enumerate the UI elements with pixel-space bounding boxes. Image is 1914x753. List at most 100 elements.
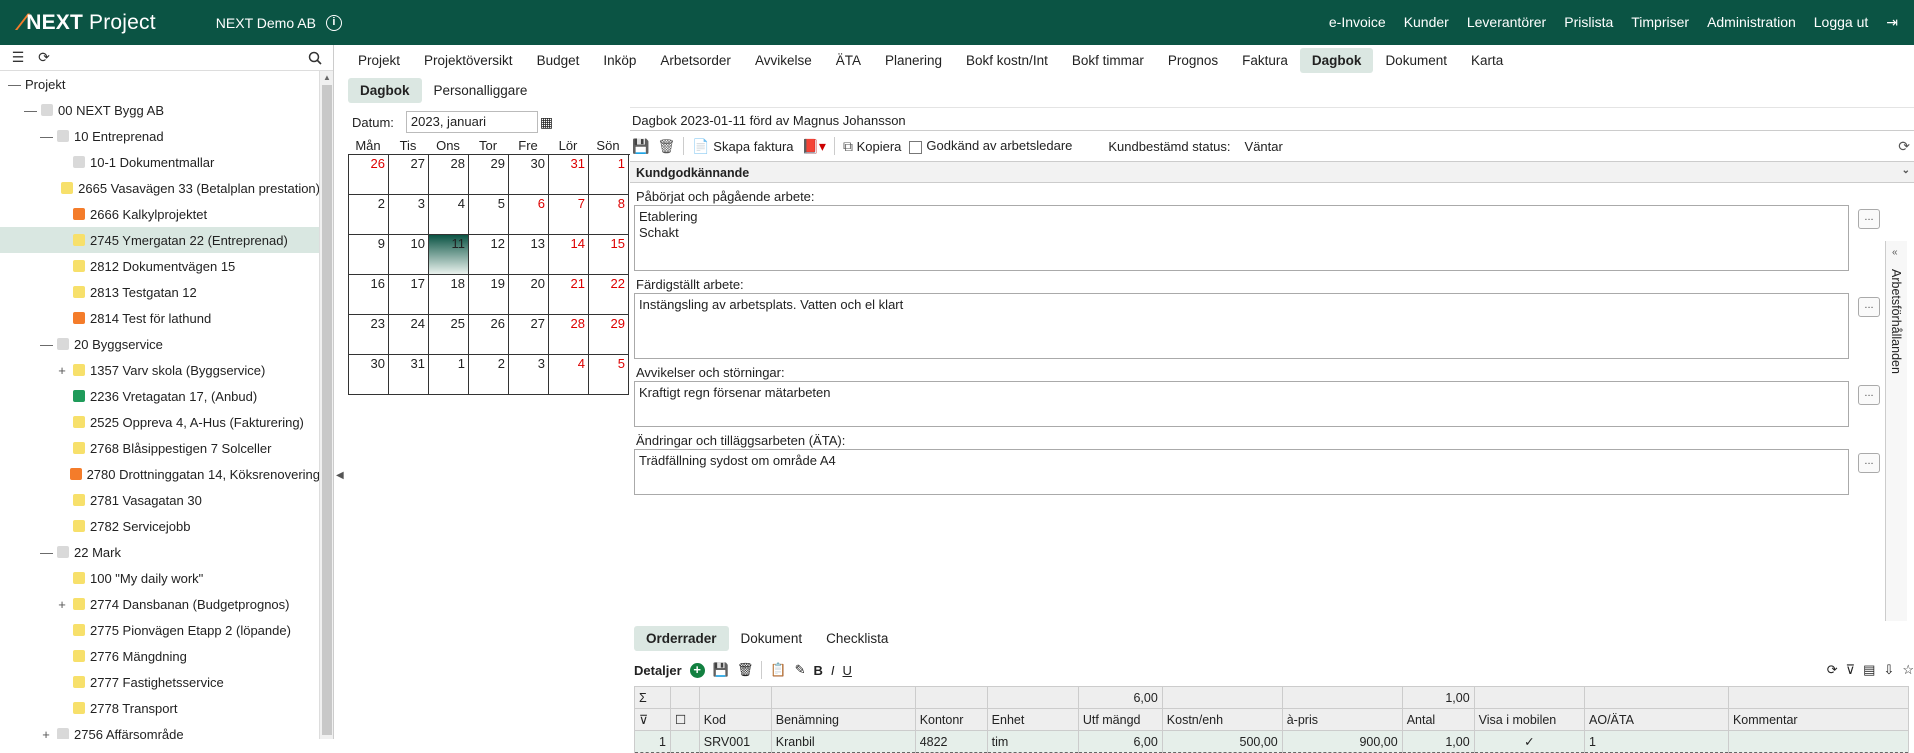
table-cell[interactable]: 6,00 bbox=[1077, 730, 1163, 753]
tab-arbetsorder[interactable]: Arbetsorder bbox=[648, 48, 743, 73]
tree-item[interactable]: 2777 Fastighetsservice bbox=[0, 669, 320, 695]
tree-item[interactable]: 100 "My daily work" bbox=[0, 565, 320, 591]
pdf-dropdown-icon[interactable]: 📕▾ bbox=[802, 138, 826, 155]
column-header[interactable]: Utf mängd bbox=[1077, 708, 1163, 731]
save-icon[interactable]: 💾 bbox=[713, 662, 729, 678]
table-cell[interactable]: Kranbil bbox=[770, 730, 916, 753]
tree-toggle-icon[interactable]: — bbox=[40, 337, 53, 352]
italic-icon[interactable]: I bbox=[831, 663, 835, 678]
tree-item[interactable]: 2745 Ymergatan 22 (Entreprenad) bbox=[0, 227, 320, 253]
scroll-thumb[interactable] bbox=[322, 85, 332, 735]
calendar-day[interactable]: 21 bbox=[549, 275, 589, 315]
calendar-day[interactable]: 30 bbox=[509, 155, 549, 195]
tree-item[interactable]: +2756 Affärsområde bbox=[0, 721, 320, 739]
calendar-day[interactable]: 5 bbox=[469, 195, 509, 235]
tab-dokument[interactable]: Dokument bbox=[1373, 48, 1459, 73]
app-logo[interactable]: ⁄ NEXT Project bbox=[20, 9, 156, 37]
filter-icon[interactable]: ⊽ bbox=[634, 708, 671, 731]
field-textarea[interactable]: Trädfällning sydost om område A4 bbox=[634, 449, 1849, 495]
column-header[interactable]: Benämning bbox=[770, 708, 916, 731]
tab-faktura[interactable]: Faktura bbox=[1230, 48, 1300, 73]
calendar-day[interactable]: 31 bbox=[549, 155, 589, 195]
calendar-day[interactable]: 11 bbox=[429, 235, 469, 275]
tree-toggle-icon[interactable]: — bbox=[40, 129, 53, 144]
calendar-day[interactable]: 2 bbox=[349, 195, 389, 235]
calendar-day[interactable]: 23 bbox=[349, 315, 389, 355]
calendar-day[interactable]: 7 bbox=[549, 195, 589, 235]
tree-item[interactable]: — 00 NEXT Bygg AB bbox=[0, 97, 320, 123]
column-header[interactable]: Kostn/enh bbox=[1161, 708, 1283, 731]
tree-item[interactable]: 2812 Dokumentvägen 15 bbox=[0, 253, 320, 279]
bold-icon[interactable]: B bbox=[814, 663, 823, 678]
topnav-leverant-rer[interactable]: Leverantörer bbox=[1467, 14, 1546, 31]
tree-toggle-icon[interactable]: — bbox=[24, 103, 37, 118]
calendar-day[interactable]: 17 bbox=[389, 275, 429, 315]
field-more-button[interactable]: ... bbox=[1858, 209, 1880, 229]
column-header[interactable]: Visa i mobilen bbox=[1473, 708, 1586, 731]
tab-bokf-kostn-int[interactable]: Bokf kostn/Int bbox=[954, 48, 1060, 73]
row-select-icon[interactable]: ☐ bbox=[669, 708, 700, 731]
calendar-day[interactable]: 29 bbox=[469, 155, 509, 195]
calendar-day[interactable]: 13 bbox=[509, 235, 549, 275]
tree-item[interactable]: 2814 Test för lathund bbox=[0, 305, 320, 331]
calendar-day[interactable]: 6 bbox=[509, 195, 549, 235]
search-icon[interactable] bbox=[307, 50, 323, 66]
tree-item[interactable]: 2768 Blåsippestigen 7 Solceller bbox=[0, 435, 320, 461]
filter-icon[interactable]: ⊽ bbox=[1846, 662, 1856, 678]
tree-item[interactable]: 2780 Drottninggatan 14, Köksrenovering bbox=[0, 461, 320, 487]
refresh-icon[interactable]: ⟳ bbox=[1898, 138, 1910, 155]
subtab-dagbok[interactable]: Dagbok bbox=[348, 78, 422, 103]
calendar-day[interactable]: 1 bbox=[429, 355, 469, 395]
approved-checkbox-box[interactable] bbox=[909, 140, 923, 154]
calendar-icon[interactable]: ▦ bbox=[540, 114, 553, 131]
column-header[interactable]: à-pris bbox=[1281, 708, 1403, 731]
calendar-day[interactable]: 28 bbox=[429, 155, 469, 195]
edit-icon[interactable]: ✎ bbox=[795, 662, 806, 678]
tree-item[interactable]: 2776 Mängdning bbox=[0, 643, 320, 669]
calendar-day[interactable]: 31 bbox=[389, 355, 429, 395]
tree-toggle-icon[interactable]: — bbox=[40, 545, 53, 560]
calendar-day[interactable]: 9 bbox=[349, 235, 389, 275]
table-settings-icon[interactable]: ▤ bbox=[1863, 662, 1875, 678]
calendar-day[interactable]: 12 bbox=[469, 235, 509, 275]
tree-item[interactable]: 2666 Kalkylprojektet bbox=[0, 201, 320, 227]
calendar-day[interactable]: 15 bbox=[589, 235, 629, 275]
tree-item[interactable]: — Projekt bbox=[0, 71, 320, 97]
field-textarea[interactable]: Kraftigt regn försenar mätarbeten bbox=[634, 381, 1849, 427]
calendar-day[interactable]: 30 bbox=[349, 355, 389, 395]
subtab-personalliggare[interactable]: Personalliggare bbox=[422, 78, 540, 103]
bottom-tab-dokument[interactable]: Dokument bbox=[729, 626, 815, 651]
table-cell[interactable]: 1 bbox=[1584, 730, 1729, 753]
tree-toggle-icon[interactable]: + bbox=[56, 597, 68, 612]
tree-toggle-icon[interactable]: — bbox=[8, 77, 21, 92]
column-header[interactable]: Antal bbox=[1401, 708, 1475, 731]
tree-item[interactable]: 2525 Oppreva 4, A-Hus (Fakturering) bbox=[0, 409, 320, 435]
collapse-sidebar-icon[interactable]: ◀ bbox=[336, 470, 344, 494]
table-cell[interactable]: 500,00 bbox=[1161, 730, 1283, 753]
tree-item[interactable]: — 20 Byggservice bbox=[0, 331, 320, 357]
tree-item[interactable]: 2778 Transport bbox=[0, 695, 320, 721]
info-icon[interactable]: i bbox=[325, 14, 342, 31]
table-cell[interactable] bbox=[669, 730, 700, 753]
table-cell[interactable] bbox=[1727, 730, 1910, 753]
save-icon[interactable]: 💾 bbox=[632, 138, 649, 155]
tree-item[interactable]: +1357 Varv skola (Byggservice) bbox=[0, 357, 320, 383]
tab-bokf-timmar[interactable]: Bokf timmar bbox=[1060, 48, 1156, 73]
tree-item[interactable]: — 10 Entreprenad bbox=[0, 123, 320, 149]
approved-checkbox[interactable]: Godkänd av arbetsledare bbox=[909, 138, 1072, 154]
tab-ink-p[interactable]: Inköp bbox=[591, 48, 648, 73]
expand-icon[interactable]: ⌄ bbox=[1902, 165, 1910, 176]
calendar-day[interactable]: 18 bbox=[429, 275, 469, 315]
calendar-day[interactable]: 10 bbox=[389, 235, 429, 275]
topnav-administration[interactable]: Administration bbox=[1707, 14, 1796, 31]
tree-toggle-icon[interactable]: + bbox=[56, 363, 68, 378]
calendar-day[interactable]: 1 bbox=[589, 155, 629, 195]
bottom-tab-orderrader[interactable]: Orderrader bbox=[634, 626, 729, 651]
field-more-button[interactable]: ... bbox=[1858, 297, 1880, 317]
collapse-icon[interactable]: « bbox=[1892, 247, 1898, 258]
calendar-day[interactable]: 29 bbox=[589, 315, 629, 355]
tree-item[interactable]: 2236 Vretagatan 17, (Anbud) bbox=[0, 383, 320, 409]
calendar-day[interactable]: 3 bbox=[389, 195, 429, 235]
topnav-logga-ut[interactable]: Logga ut bbox=[1814, 14, 1869, 31]
tree-item[interactable]: 2813 Testgatan 12 bbox=[0, 279, 320, 305]
